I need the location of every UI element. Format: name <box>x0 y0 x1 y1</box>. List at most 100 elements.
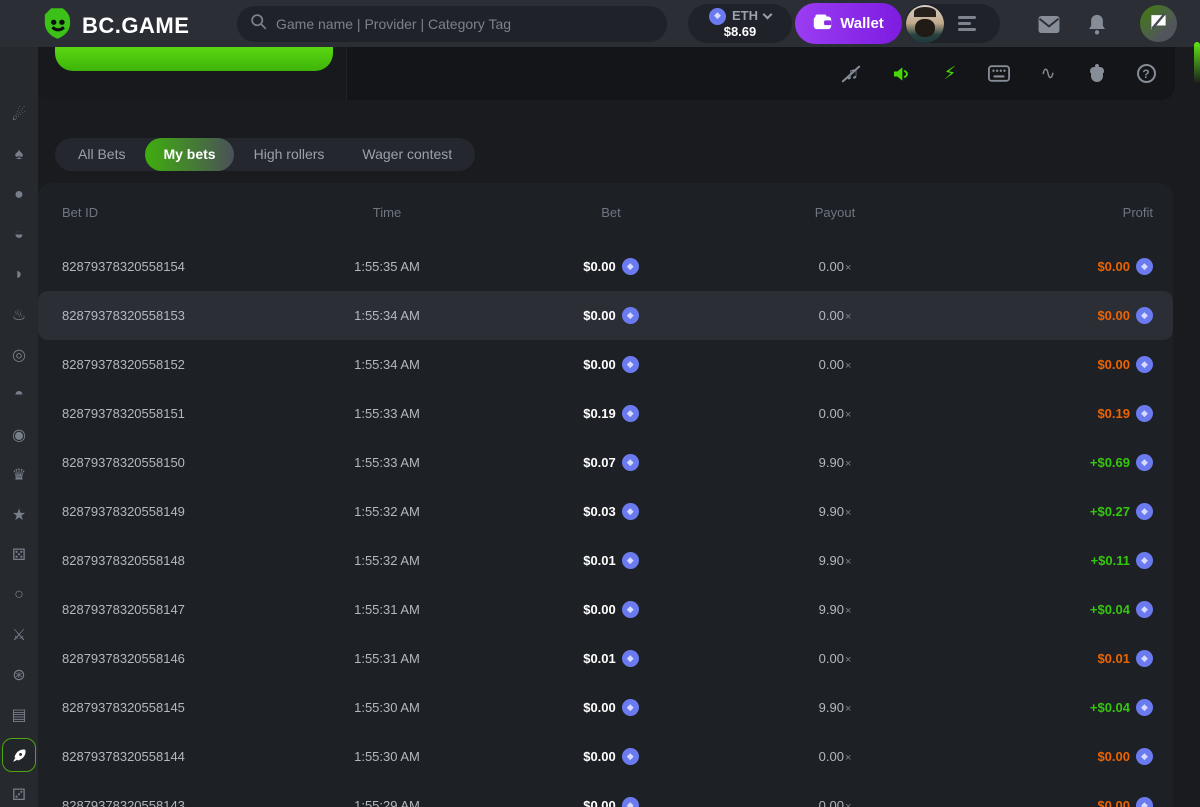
sidebar-item-coins-game-icon[interactable]: ◉ <box>0 415 38 455</box>
eth-coin-icon: ◆ <box>621 503 639 520</box>
table-row[interactable]: 82879378320558150 1:55:33 AM $0.07 ◆ 9.90× +$… <box>38 438 1173 487</box>
live-stats-icon[interactable]: ∿ <box>1037 63 1059 85</box>
bet-controls-section <box>38 47 347 100</box>
bet-slip-icon[interactable] <box>958 16 976 31</box>
fountain-game-icon: ♨ <box>11 307 27 324</box>
sidebar-item-plinko-ball-game-icon[interactable]: ● <box>0 175 38 215</box>
search-icon <box>250 13 267 35</box>
sidebar-item-crash-comet-game-icon[interactable]: ☄ <box>0 95 38 135</box>
seeds-icon[interactable] <box>1086 63 1108 85</box>
music-off-icon[interactable]: ♫ <box>841 63 863 85</box>
game-panel: ♫ ⚡ ∿? <box>38 47 1175 100</box>
bet-amount-cell: $0.00 ◆ <box>492 748 730 765</box>
bet-amount-cell: $0.00 ◆ <box>492 258 730 275</box>
tab-all-bets[interactable]: All Bets <box>60 138 143 171</box>
keno-ball-game-icon: ○ <box>14 586 24 603</box>
tab-wager-contest[interactable]: Wager contest <box>344 138 470 171</box>
payout-cell: 9.90× <box>818 455 852 470</box>
payout-cell: 0.00× <box>818 259 852 274</box>
sidebar-item-dice-game-icon[interactable]: ⚂ <box>0 775 38 807</box>
bet-id-cell: 82879378320558148 <box>62 553 185 568</box>
coins-game-icon: ◉ <box>12 427 26 444</box>
table-row[interactable]: 82879378320558144 1:55:30 AM $0.00 ◆ 0.00× $0… <box>38 732 1173 781</box>
sidebar-item-egg-game-icon[interactable]: ◓ <box>0 375 38 415</box>
page-scrollbar-thumb[interactable] <box>1194 42 1200 84</box>
table-row[interactable]: 82879378320558151 1:55:33 AM $0.19 ◆ 0.00× $0… <box>38 389 1173 438</box>
sidebar-item-cards-game-icon[interactable]: ♠ <box>0 135 38 175</box>
ufo-game-icon: ⊛ <box>12 667 26 684</box>
sidebar-item-rocket-game-icon[interactable] <box>0 735 38 775</box>
sidebar-item-crown-game-icon[interactable]: ♛ <box>0 455 38 495</box>
table-row[interactable]: 82879378320558148 1:55:32 AM $0.01 ◆ 9.90× +$… <box>38 536 1173 585</box>
table-row[interactable]: 82879378320558143 1:55:29 AM $0.00 ◆ 0.00× $0… <box>38 781 1173 807</box>
payout-cell: 0.00× <box>818 651 852 666</box>
bet-id-cell: 82879378320558144 <box>62 749 185 764</box>
bet-id-cell: 82879378320558143 <box>62 798 185 807</box>
bets-table-body: 82879378320558154 1:55:35 AM $0.00 ◆ 0.00× $0… <box>38 242 1173 807</box>
table-row[interactable]: 82879378320558152 1:55:34 AM $0.00 ◆ 0.00× $0… <box>38 340 1173 389</box>
eth-coin-icon: ◆ <box>621 699 639 716</box>
sidebar-item-sword-game-icon[interactable]: ⚔ <box>0 615 38 655</box>
table-row[interactable]: 82879378320558154 1:55:35 AM $0.00 ◆ 0.00× $0… <box>38 242 1173 291</box>
eth-coin-icon: ◆ <box>1136 307 1153 324</box>
sidebar-item-keno-ball-game-icon[interactable]: ○ <box>0 575 38 615</box>
chat-bubble-slash-icon <box>1149 12 1168 36</box>
sidebar-item-ufo-game-icon[interactable]: ⊛ <box>0 655 38 695</box>
table-row[interactable]: 82879378320558145 1:55:30 AM $0.00 ◆ 9.90× +$… <box>38 683 1173 732</box>
table-row[interactable]: 82879378320558147 1:55:31 AM $0.00 ◆ 9.90× +$… <box>38 585 1173 634</box>
bets-table: Bet ID Time Bet Payout Profit 8287937832… <box>38 183 1173 807</box>
table-row[interactable]: 82879378320558149 1:55:32 AM $0.03 ◆ 9.90× +$… <box>38 487 1173 536</box>
time-cell: 1:55:34 AM <box>354 357 420 372</box>
sidebar-item-fruit-game-icon[interactable]: ◗ <box>0 255 38 295</box>
eth-coin-icon: ◆ <box>621 748 639 765</box>
profit-cell: +$0.04 ◆ <box>940 699 1153 716</box>
time-cell: 1:55:34 AM <box>354 308 420 323</box>
notifications-bell-icon[interactable] <box>1084 11 1110 37</box>
bc-game-app: BC.GAME ◆ ETH $8.69 Wallet <box>0 0 1200 807</box>
bet-id-cell: 82879378320558154 <box>62 259 185 274</box>
bet-amount-cell: $0.19 ◆ <box>492 405 730 422</box>
hotkeys-icon[interactable] <box>988 63 1010 85</box>
sidebar-item-helmet-game-icon[interactable]: ◒ <box>0 215 38 255</box>
search-input[interactable] <box>276 16 654 32</box>
time-cell: 1:55:31 AM <box>354 651 420 666</box>
sidebar-item-bomb-game-icon[interactable]: ★ <box>0 495 38 535</box>
bet-amount-cell: $0.00 ◆ <box>492 601 730 618</box>
profit-cell: $0.00 ◆ <box>940 797 1153 807</box>
user-avatar[interactable] <box>906 4 944 43</box>
sound-on-icon[interactable] <box>890 63 912 85</box>
table-row[interactable]: 82879378320558146 1:55:31 AM $0.01 ◆ 0.00× $0… <box>38 634 1173 683</box>
bets-tab-bar: All Bets My bets High rollers Wager cont… <box>55 138 476 171</box>
currency-selector[interactable]: ◆ ETH $8.69 <box>688 4 792 43</box>
crash-comet-game-icon: ☄ <box>11 107 27 124</box>
bet-button[interactable] <box>55 47 333 71</box>
crown-game-icon: ♛ <box>11 467 27 484</box>
game-search-bar[interactable] <box>237 6 667 42</box>
sidebar-item-cards-stack-game-icon[interactable]: ▤ <box>0 695 38 735</box>
eth-coin-icon: ◆ <box>1136 356 1153 373</box>
profit-cell: +$0.11 ◆ <box>940 552 1153 569</box>
bet-amount-cell: $0.00 ◆ <box>492 307 730 324</box>
eth-coin-icon: ◆ <box>1136 405 1153 422</box>
sidebar-item-box-dice-game-icon[interactable]: ⚄ <box>0 535 38 575</box>
tab-my-bets[interactable]: My bets <box>145 138 234 171</box>
eth-coin-icon: ◆ <box>621 454 639 471</box>
bet-id-cell: 82879378320558152 <box>62 357 185 372</box>
currency-balance: $8.69 <box>723 23 757 39</box>
sidebar-item-wheel-game-icon[interactable]: ◎ <box>0 335 38 375</box>
tab-high-rollers[interactable]: High rollers <box>236 138 343 171</box>
bc-game-logo[interactable]: BC.GAME <box>42 7 189 45</box>
turbo-bets-icon[interactable]: ⚡ <box>939 63 961 85</box>
table-row[interactable]: 82879378320558153 1:55:34 AM $0.00 ◆ 0.00× $0… <box>38 291 1173 340</box>
eth-coin-icon: ◆ <box>1136 748 1153 765</box>
main-content: ♫ ⚡ ∿? All Bets My bets High rollers Wager… <box>38 47 1200 807</box>
plinko-ball-game-icon: ● <box>14 186 24 203</box>
eth-coin-icon: ◆ <box>621 405 639 422</box>
sidebar-item-fountain-game-icon[interactable]: ♨ <box>0 295 38 335</box>
wheel-game-icon: ◎ <box>12 347 26 364</box>
mail-icon[interactable] <box>1036 11 1062 37</box>
wallet-button[interactable]: Wallet <box>795 3 902 44</box>
chat-toggle-button[interactable] <box>1140 5 1177 42</box>
payout-cell: 0.00× <box>818 406 852 421</box>
help-icon[interactable]: ? <box>1135 63 1157 85</box>
